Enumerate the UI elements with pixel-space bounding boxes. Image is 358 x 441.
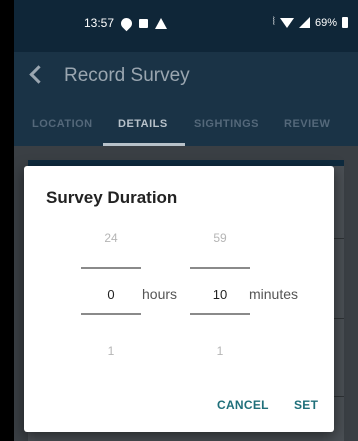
signal-icon (298, 17, 310, 28)
app-bar: Record Survey (14, 52, 358, 100)
set-button[interactable]: SET (294, 398, 318, 412)
status-time: 13:57 (84, 16, 115, 30)
minutes-bottom-divider (190, 313, 250, 315)
minutes-top-divider (190, 267, 250, 269)
image-icon (139, 18, 149, 28)
warning-icon (155, 17, 168, 29)
minutes-prev-value[interactable]: 59 (190, 231, 250, 245)
duration-dialog: Survey Duration 24 0 1 hours 59 10 1 min… (24, 166, 334, 432)
tab-sightings[interactable]: SIGHTINGS (194, 118, 259, 130)
battery-percent: 69% (314, 16, 337, 29)
hours-value[interactable]: 0 (81, 287, 141, 302)
back-arrow-icon[interactable] (29, 65, 48, 84)
minutes-next-value[interactable]: 1 (190, 344, 250, 358)
vibrate-icon: ⦚ (272, 16, 275, 28)
hours-next-value[interactable]: 1 (81, 344, 141, 358)
hours-bottom-divider (81, 313, 141, 315)
tab-location[interactable]: LOCATION (32, 118, 93, 130)
page-title: Record Survey (64, 65, 190, 86)
cancel-button[interactable]: CANCEL (217, 398, 269, 412)
tab-review[interactable]: REVIEW (284, 118, 330, 130)
minutes-value[interactable]: 10 (190, 287, 250, 302)
tab-details[interactable]: DETAILS (118, 118, 168, 130)
hours-top-divider (81, 267, 141, 269)
wifi-icon (279, 17, 294, 28)
hours-unit-label: hours (142, 286, 178, 302)
location-icon (118, 15, 135, 31)
status-right: ⦚ 69% (273, 16, 348, 29)
dialog-title: Survey Duration (46, 188, 178, 207)
tab-bar: LOCATION DETAILS SIGHTINGS REVIEW (14, 100, 358, 146)
status-bar: 13:57 ⦚ 69% (14, 0, 358, 52)
minutes-unit-label: minutes (249, 286, 299, 302)
status-left: 13:57 (84, 15, 168, 31)
battery-icon (342, 17, 348, 28)
hours-prev-value[interactable]: 24 (81, 231, 141, 245)
